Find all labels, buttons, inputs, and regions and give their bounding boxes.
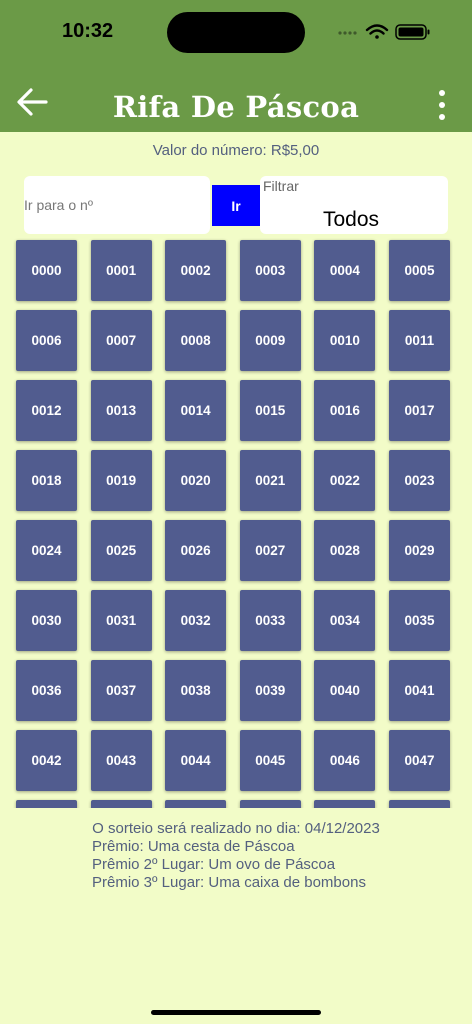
- status-time: 10:32: [62, 20, 114, 42]
- raffle-info: O sorteio será realizado no dia: 04/12/2…: [0, 820, 472, 892]
- raffle-number-cell[interactable]: 0003: [239, 240, 301, 301]
- raffle-number-cell[interactable]: 0039: [239, 660, 301, 721]
- signal-icon: [338, 31, 357, 35]
- raffle-number-cell-partial[interactable]: [239, 800, 301, 808]
- raffle-number-cell[interactable]: 0025: [90, 520, 152, 581]
- raffle-number-cell-partial[interactable]: [388, 800, 450, 808]
- raffle-number-cell[interactable]: 0018: [16, 450, 77, 511]
- status-icons: [338, 24, 430, 40]
- numbers-grid-scroll[interactable]: 0000 0001 0002 0003 0004 0005 0006 0007 0008 0009…: [0, 238, 472, 808]
- raffle-number-cell-partial[interactable]: [16, 800, 77, 808]
- raffle-number-cell[interactable]: 0009: [239, 310, 301, 371]
- raffle-number-cell[interactable]: 0030: [16, 590, 77, 651]
- go-button[interactable]: Ir: [212, 185, 260, 226]
- raffle-number-cell-partial[interactable]: [314, 800, 376, 808]
- page-title: Rifa De Páscoa: [112, 90, 360, 124]
- raffle-number-cell[interactable]: 0005: [388, 240, 450, 301]
- raffle-number-cell[interactable]: 0036: [16, 660, 77, 721]
- raffle-number-cell-partial[interactable]: [90, 800, 152, 808]
- raffle-number-cell[interactable]: 0038: [165, 660, 227, 721]
- raffle-number-cell[interactable]: 0013: [90, 380, 152, 441]
- raffle-number-cell[interactable]: 0045: [239, 730, 301, 791]
- raffle-number-cell[interactable]: 0024: [16, 520, 77, 581]
- raffle-number-cell[interactable]: 0047: [388, 730, 450, 791]
- raffle-number-cell[interactable]: 0042: [16, 730, 77, 791]
- raffle-number-cell[interactable]: 0007: [90, 310, 152, 371]
- raffle-number-cell[interactable]: 0029: [388, 520, 450, 581]
- filter-select[interactable]: Filtrar Todos: [260, 176, 448, 234]
- raffle-number-cell[interactable]: 0008: [165, 310, 227, 371]
- raffle-number-cell[interactable]: 0021: [239, 450, 301, 511]
- raffle-number-cell[interactable]: 0006: [16, 310, 77, 371]
- raffle-number-cell[interactable]: 0034: [314, 590, 376, 651]
- wifi-icon: [365, 24, 389, 39]
- raffle-number-cell-partial[interactable]: [165, 800, 227, 808]
- raffle-number-cell[interactable]: 0023: [388, 450, 450, 511]
- raffle-number-cell[interactable]: 0010: [314, 310, 376, 371]
- raffle-number-cell[interactable]: 0014: [165, 380, 227, 441]
- prize-2-text: Prêmio 2º Lugar: Um ovo de Páscoa: [92, 856, 336, 873]
- raffle-number-cell[interactable]: 0020: [165, 450, 227, 511]
- raffle-number-cell[interactable]: 0037: [90, 660, 152, 721]
- raffle-number-cell[interactable]: 0001: [90, 240, 152, 301]
- draw-date-text: O sorteio será realizado no dia: 04/12/2…: [92, 820, 380, 837]
- raffle-number-cell[interactable]: 0004: [314, 240, 376, 301]
- number-price: Valor do número: R$5,00: [152, 142, 320, 159]
- filter-label: Filtrar: [263, 178, 299, 194]
- raffle-number-cell[interactable]: 0027: [239, 520, 301, 581]
- goto-number-input[interactable]: [24, 188, 204, 222]
- home-indicator: [151, 1010, 321, 1015]
- raffle-number-cell[interactable]: 0019: [90, 450, 152, 511]
- raffle-number-cell[interactable]: 0031: [90, 590, 152, 651]
- raffle-number-cell[interactable]: 0028: [314, 520, 376, 581]
- raffle-number-cell[interactable]: 0016: [314, 380, 376, 441]
- raffle-number-cell[interactable]: 0026: [165, 520, 227, 581]
- raffle-number-cell[interactable]: 0017: [388, 380, 450, 441]
- battery-icon: [395, 24, 430, 40]
- raffle-number-cell[interactable]: 0012: [16, 380, 77, 441]
- raffle-number-cell[interactable]: 0022: [314, 450, 376, 511]
- app-header: 10:32 Rifa De Páscoa: [0, 0, 472, 132]
- raffle-number-cell[interactable]: 0043: [90, 730, 152, 791]
- raffle-number-cell[interactable]: 0000: [16, 240, 77, 301]
- raffle-number-cell[interactable]: 0040: [314, 660, 376, 721]
- raffle-number-cell[interactable]: 0035: [388, 590, 450, 651]
- prize-1-text: Prêmio: Uma cesta de Páscoa: [92, 838, 295, 855]
- raffle-number-cell[interactable]: 0015: [239, 380, 301, 441]
- prize-3-text: Prêmio 3º Lugar: Uma caixa de bombons: [92, 874, 366, 891]
- raffle-number-cell[interactable]: 0041: [388, 660, 450, 721]
- raffle-number-cell[interactable]: 0011: [388, 310, 450, 371]
- numbers-grid: 0000 0001 0002 0003 0004 0005 0006 0007 0008 0009…: [16, 240, 456, 808]
- raffle-number-cell[interactable]: 0046: [314, 730, 376, 791]
- more-vertical-icon[interactable]: [430, 86, 454, 126]
- dynamic-island: [167, 12, 305, 53]
- raffle-number-cell[interactable]: 0002: [165, 240, 227, 301]
- raffle-number-cell[interactable]: 0033: [239, 590, 301, 651]
- raffle-number-cell[interactable]: 0044: [165, 730, 227, 791]
- filter-value: Todos: [323, 208, 380, 231]
- raffle-number-cell[interactable]: 0032: [165, 590, 227, 651]
